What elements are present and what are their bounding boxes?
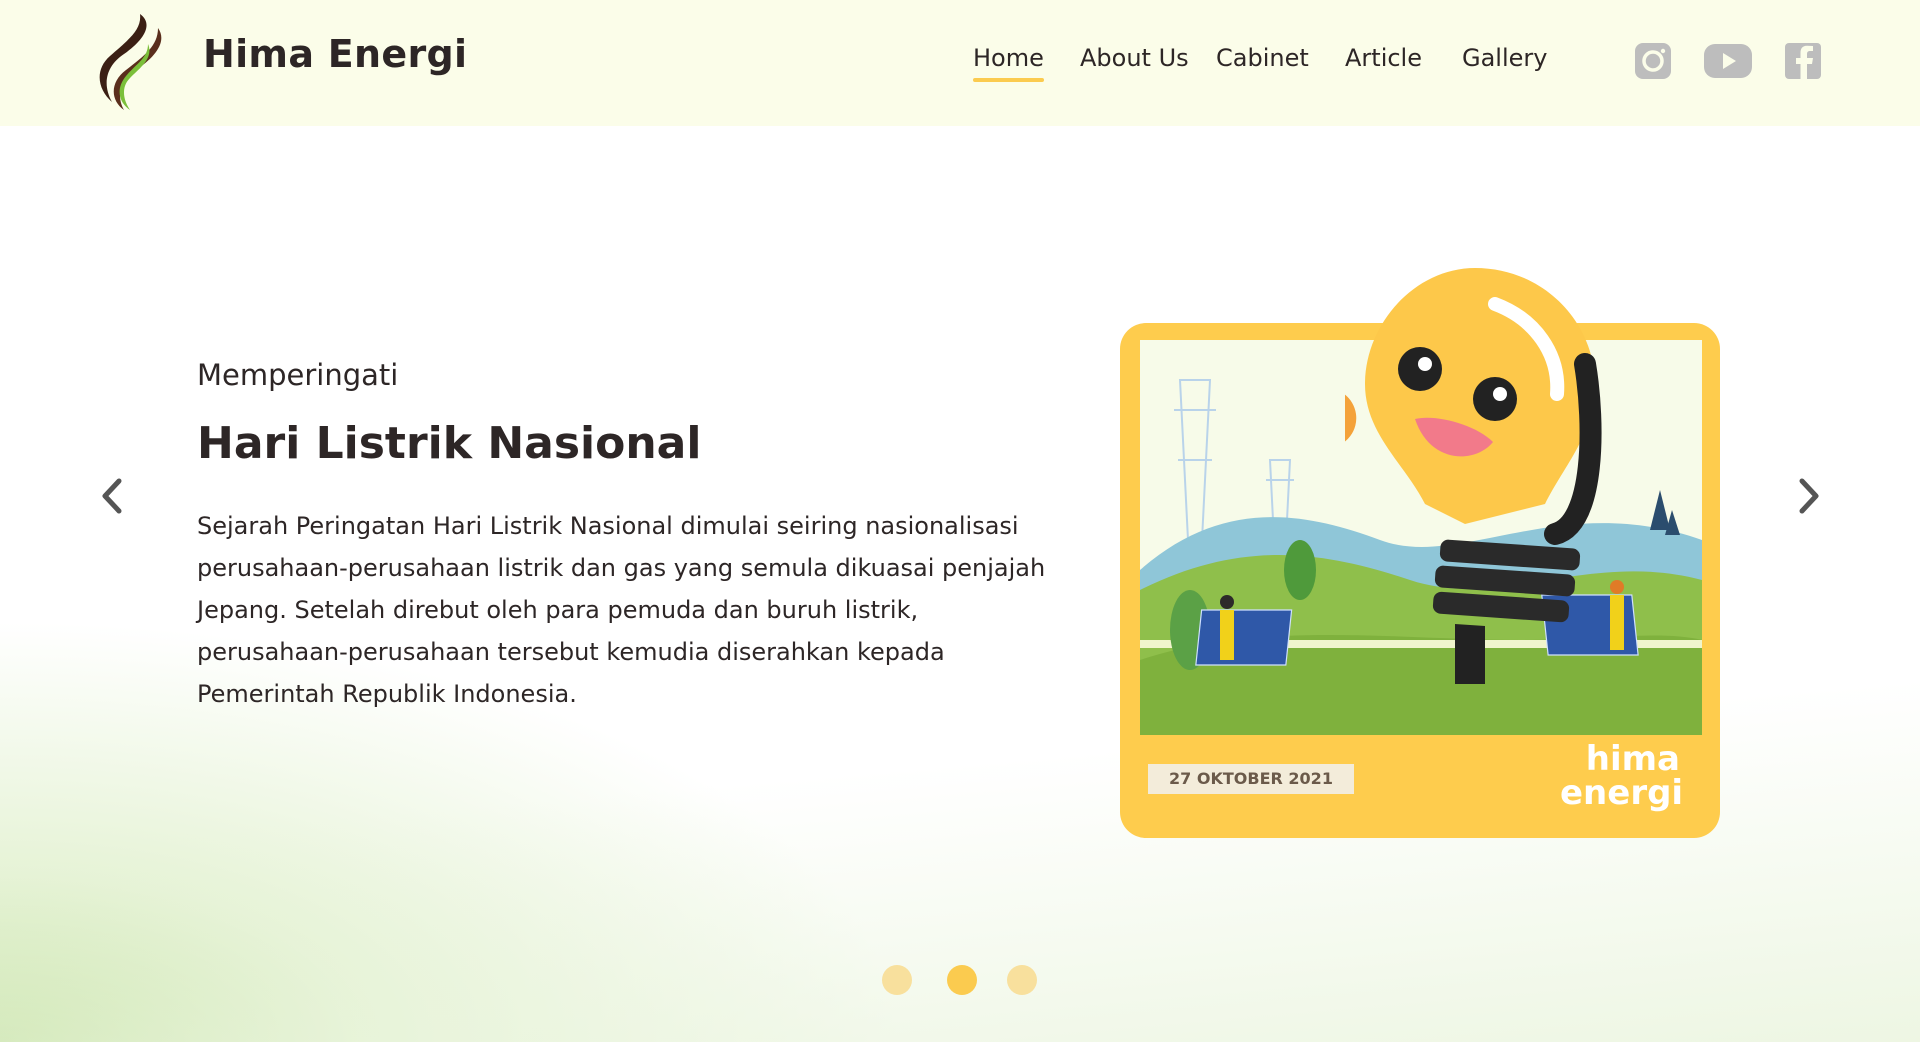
- carousel-prev-button[interactable]: [95, 473, 131, 519]
- youtube-icon[interactable]: [1703, 42, 1753, 80]
- brand-name[interactable]: Hima Energi: [203, 32, 467, 76]
- carousel-dot-2[interactable]: [947, 965, 977, 995]
- nav-home[interactable]: Home: [973, 44, 1044, 82]
- carousel-dot-1[interactable]: [882, 965, 912, 995]
- nav-about-us[interactable]: About Us: [1080, 44, 1189, 72]
- nav-cabinet[interactable]: Cabinet: [1216, 44, 1309, 72]
- top-navbar: Hima Energi Home About Us Cabinet Articl…: [0, 0, 1920, 126]
- card-brand-line1: hima: [1585, 739, 1680, 779]
- nav-gallery[interactable]: Gallery: [1462, 44, 1547, 72]
- hima-energi-logo[interactable]: [88, 10, 168, 114]
- card-brand-mark: hima energi: [1560, 739, 1684, 813]
- card-brand-line2: energi: [1560, 773, 1684, 813]
- facebook-icon[interactable]: [1783, 42, 1825, 80]
- slide-description: Sejarah Peringatan Hari Listrik Nasional…: [197, 512, 1046, 708]
- slide-eyebrow: Memperingati: [197, 358, 399, 392]
- card-date-badge: 27 OKTOBER 2021: [1148, 764, 1354, 794]
- instagram-icon[interactable]: [1632, 42, 1674, 80]
- slide-title: Hari Listrik Nasional: [197, 418, 702, 469]
- nav-article[interactable]: Article: [1345, 44, 1422, 72]
- carousel-next-button[interactable]: [1790, 473, 1826, 519]
- carousel-dot-3[interactable]: [1007, 965, 1037, 995]
- lightbulb-mascot: [1345, 268, 1602, 684]
